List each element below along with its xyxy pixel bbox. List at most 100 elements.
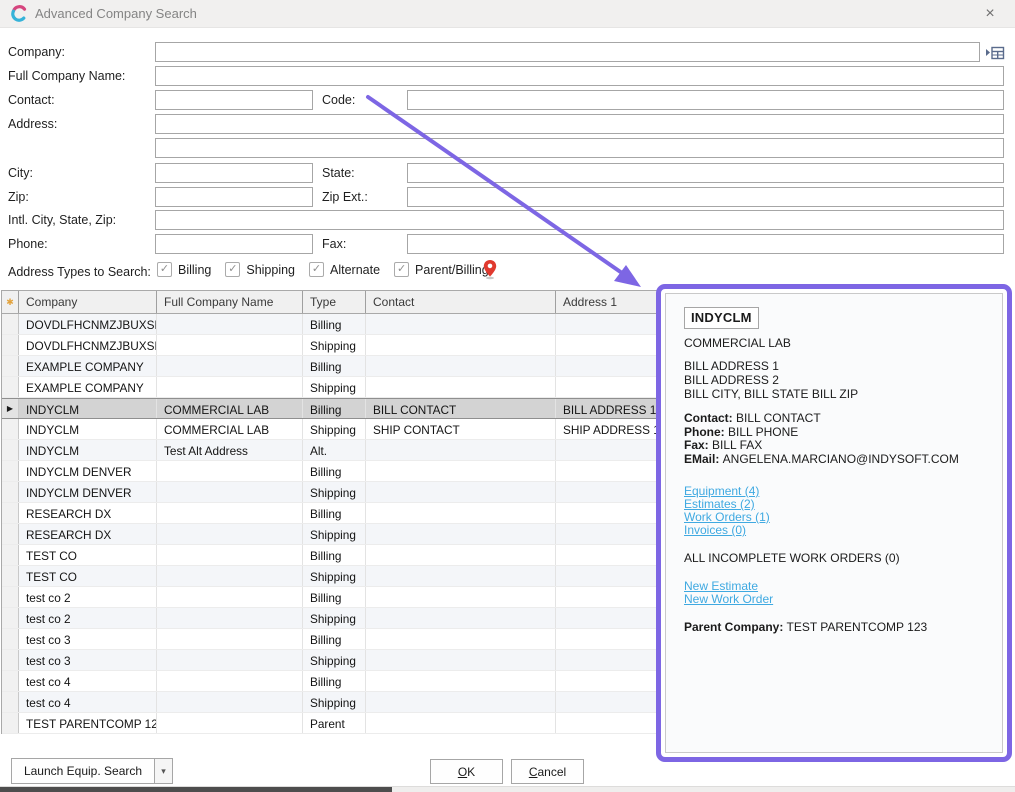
- cell-company[interactable]: INDYCLM DENVER: [19, 482, 157, 502]
- full-company-name-input[interactable]: [155, 66, 1004, 86]
- cell-contact[interactable]: [366, 377, 556, 397]
- cell-company[interactable]: DOVDLFHCNMZJBUXSLFC(: [19, 314, 157, 334]
- cell-contact[interactable]: [366, 440, 556, 460]
- cell-full-name[interactable]: [157, 524, 303, 544]
- cell-full-name[interactable]: [157, 566, 303, 586]
- cell-company[interactable]: test co 4: [19, 671, 157, 691]
- ok-button[interactable]: OK: [430, 759, 503, 784]
- cell-full-name[interactable]: [157, 335, 303, 355]
- cell-contact[interactable]: [366, 629, 556, 649]
- cell-contact[interactable]: [366, 650, 556, 670]
- cell-type[interactable]: Shipping: [303, 482, 366, 502]
- detail-link-new-work-order[interactable]: New Work Order: [684, 593, 984, 606]
- cell-contact[interactable]: [366, 671, 556, 691]
- checkbox-check-icon[interactable]: ✓: [309, 262, 324, 277]
- column-header-contact[interactable]: Contact: [366, 291, 556, 313]
- cell-company[interactable]: INDYCLM: [19, 399, 157, 418]
- launch-equip-search-button[interactable]: Launch Equip. Search: [11, 758, 155, 784]
- cell-type[interactable]: Shipping: [303, 335, 366, 355]
- cell-company[interactable]: TEST PARENTCOMP 123: [19, 713, 157, 733]
- cell-contact[interactable]: [366, 314, 556, 334]
- checkbox-billing[interactable]: ✓Billing: [157, 262, 211, 277]
- detail-link-invoices-0[interactable]: Invoices (0): [684, 524, 984, 537]
- intl-city-state-zip-input[interactable]: [155, 210, 1004, 230]
- cell-company[interactable]: RESEARCH DX: [19, 524, 157, 544]
- cell-full-name[interactable]: [157, 608, 303, 628]
- cell-type[interactable]: Shipping: [303, 377, 366, 397]
- phone-input[interactable]: [155, 234, 313, 254]
- cell-company[interactable]: INDYCLM DENVER: [19, 461, 157, 481]
- cell-full-name[interactable]: [157, 482, 303, 502]
- cell-company[interactable]: test co 4: [19, 692, 157, 712]
- cell-contact[interactable]: [366, 356, 556, 376]
- cell-contact[interactable]: [366, 608, 556, 628]
- cell-contact[interactable]: [366, 524, 556, 544]
- cell-company[interactable]: test co 3: [19, 650, 157, 670]
- cell-type[interactable]: Shipping: [303, 608, 366, 628]
- cell-company[interactable]: TEST CO: [19, 545, 157, 565]
- zip-ext-input[interactable]: [407, 187, 1004, 207]
- state-input[interactable]: [407, 163, 1004, 183]
- cell-full-name[interactable]: [157, 503, 303, 523]
- cell-full-name[interactable]: [157, 356, 303, 376]
- cell-full-name[interactable]: Test Alt Address: [157, 440, 303, 460]
- cell-contact[interactable]: [366, 461, 556, 481]
- address-line1-input[interactable]: [155, 114, 1004, 134]
- column-header-full-company-name[interactable]: Full Company Name: [157, 291, 303, 313]
- cell-contact[interactable]: [366, 692, 556, 712]
- cell-contact[interactable]: [366, 587, 556, 607]
- cell-type[interactable]: Billing: [303, 671, 366, 691]
- cell-type[interactable]: Billing: [303, 629, 366, 649]
- close-icon[interactable]: ×: [979, 4, 1001, 24]
- cell-contact[interactable]: [366, 482, 556, 502]
- company-lookup-icon[interactable]: [983, 42, 1007, 63]
- cell-type[interactable]: Billing: [303, 587, 366, 607]
- cell-type[interactable]: Billing: [303, 545, 366, 565]
- cancel-button[interactable]: Cancel: [511, 759, 584, 784]
- cell-type[interactable]: Shipping: [303, 566, 366, 586]
- cell-full-name[interactable]: [157, 461, 303, 481]
- fax-input[interactable]: [407, 234, 1004, 254]
- cell-company[interactable]: INDYCLM: [19, 440, 157, 460]
- cell-type[interactable]: Billing: [303, 314, 366, 334]
- cell-type[interactable]: Shipping: [303, 650, 366, 670]
- checkbox-shipping[interactable]: ✓Shipping: [225, 262, 295, 277]
- cell-contact[interactable]: [366, 545, 556, 565]
- cell-full-name[interactable]: COMMERCIAL LAB: [157, 399, 303, 418]
- cell-contact[interactable]: BILL CONTACT: [366, 399, 556, 418]
- cell-full-name[interactable]: [157, 713, 303, 733]
- cell-type[interactable]: Billing: [303, 461, 366, 481]
- zip-input[interactable]: [155, 187, 313, 207]
- checkbox-check-icon[interactable]: ✓: [157, 262, 172, 277]
- cell-contact[interactable]: [366, 566, 556, 586]
- cell-company[interactable]: INDYCLM: [19, 419, 157, 439]
- cell-company[interactable]: RESEARCH DX: [19, 503, 157, 523]
- cell-contact[interactable]: [366, 713, 556, 733]
- cell-full-name[interactable]: [157, 545, 303, 565]
- city-input[interactable]: [155, 163, 313, 183]
- cell-full-name[interactable]: [157, 692, 303, 712]
- checkbox-check-icon[interactable]: ✓: [394, 262, 409, 277]
- cell-full-name[interactable]: [157, 377, 303, 397]
- cell-type[interactable]: Parent: [303, 713, 366, 733]
- column-header-type[interactable]: Type: [303, 291, 366, 313]
- cell-full-name[interactable]: [157, 587, 303, 607]
- launch-equip-search-dropdown[interactable]: ▾: [154, 758, 173, 784]
- company-input[interactable]: [155, 42, 980, 62]
- cell-type[interactable]: Shipping: [303, 692, 366, 712]
- cell-type[interactable]: Shipping: [303, 419, 366, 439]
- cell-contact[interactable]: SHIP CONTACT: [366, 419, 556, 439]
- cell-company[interactable]: EXAMPLE COMPANY: [19, 356, 157, 376]
- address-line2-input[interactable]: [155, 138, 1004, 158]
- code-input[interactable]: [407, 90, 1004, 110]
- cell-type[interactable]: Shipping: [303, 524, 366, 544]
- cell-type[interactable]: Billing: [303, 503, 366, 523]
- cell-contact[interactable]: [366, 503, 556, 523]
- cell-type[interactable]: Billing: [303, 399, 366, 418]
- cell-full-name[interactable]: [157, 629, 303, 649]
- cell-full-name[interactable]: [157, 314, 303, 334]
- cell-full-name[interactable]: [157, 671, 303, 691]
- cell-company[interactable]: test co 2: [19, 587, 157, 607]
- cell-company[interactable]: TEST CO: [19, 566, 157, 586]
- cell-company[interactable]: EXAMPLE COMPANY: [19, 377, 157, 397]
